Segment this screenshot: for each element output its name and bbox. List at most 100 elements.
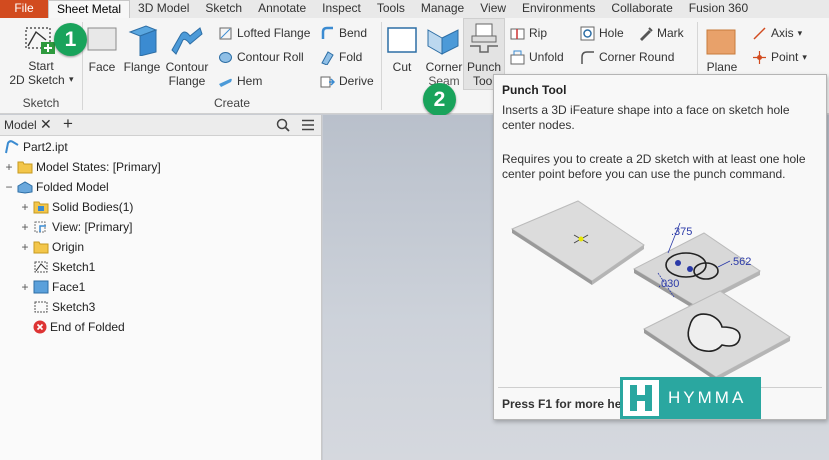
tree-node-end-of-folded[interactable]: End of Folded	[33, 317, 125, 337]
dimension-label-3: .030	[658, 278, 679, 290]
tree-node-model-states[interactable]: + Model States: [Primary]	[4, 157, 160, 177]
expand-icon[interactable]: +	[20, 200, 30, 214]
end-of-part-icon	[33, 320, 47, 334]
tree-node-view[interactable]: + View: [Primary]	[20, 217, 132, 237]
model-browser: Model ✕ + Part2.ipt + Model States: [Pri…	[0, 114, 322, 460]
rip-button[interactable]: Rip	[510, 24, 547, 42]
sketch-panel-title: Sketch	[22, 96, 60, 110]
corner-round-label: Corner Round	[599, 50, 675, 64]
derive-label: Derive	[339, 74, 374, 88]
corner-round-icon	[581, 50, 594, 64]
sketch-icon	[34, 301, 48, 313]
unfold-label: Unfold	[529, 50, 564, 64]
tab-inspect[interactable]: Inspect	[314, 0, 369, 18]
fold-button[interactable]: Fold	[320, 48, 362, 66]
tree-node-solid-bodies[interactable]: + Solid Bodies(1)	[20, 197, 133, 217]
collapse-icon[interactable]: −	[4, 180, 14, 194]
add-tab-icon[interactable]: +	[63, 114, 73, 134]
mark-icon	[640, 26, 653, 41]
hem-label: Hem	[237, 74, 263, 88]
tree-node-part[interactable]: Part2.ipt	[4, 137, 68, 157]
start-label-2: 2D Sketch	[9, 73, 65, 87]
bend-label: Bend	[339, 26, 368, 40]
lofted-flange-button[interactable]: Lofted Flange	[218, 24, 310, 42]
tab-fusion-360[interactable]: Fusion 360	[681, 0, 756, 18]
face-label: Face	[88, 60, 116, 74]
chevron-down-icon: ▾	[69, 74, 74, 84]
part-file-icon	[5, 140, 19, 154]
unfold-icon	[510, 50, 525, 64]
expand-icon[interactable]: +	[20, 220, 30, 234]
watermark-h-icon	[623, 380, 659, 416]
fold-label: Fold	[339, 50, 363, 64]
search-icon[interactable]	[276, 118, 290, 132]
unfold-button[interactable]: Unfold	[510, 48, 564, 66]
ribbon-tabs: File Sheet Metal 3D Model Sketch Annotat…	[0, 0, 829, 18]
tab-tools[interactable]: Tools	[369, 0, 413, 18]
contour-roll-button[interactable]: Contour Roll	[218, 48, 304, 66]
tree-label: End of Folded	[50, 320, 125, 334]
watermark-logo: HYMMA	[620, 377, 761, 419]
tab-collaborate[interactable]: Collaborate	[603, 0, 680, 18]
hem-button[interactable]: Hem	[218, 72, 262, 90]
create-panel-title: Create	[213, 96, 251, 110]
punch-label-1: Punch	[466, 60, 502, 74]
sketch-icon	[34, 261, 48, 273]
corner-seam-label-1: Corner	[425, 60, 463, 74]
point-label: Point	[771, 50, 799, 64]
tab-view[interactable]: View	[472, 0, 514, 18]
point-icon	[753, 50, 766, 64]
mark-button[interactable]: Mark	[638, 24, 684, 42]
contour-roll-icon	[219, 51, 232, 63]
flange-label: Flange	[123, 60, 161, 74]
watermark-text: HYMMA	[668, 388, 747, 407]
view-icon	[34, 221, 46, 233]
plane-icon	[706, 29, 736, 55]
bend-button[interactable]: Bend	[320, 24, 367, 42]
contour-label-1: Contour	[165, 60, 209, 74]
chevron-down-icon: ▾	[802, 51, 807, 62]
browser-tab-model[interactable]: Model	[4, 118, 37, 132]
face-icon	[87, 27, 117, 51]
axis-button[interactable]: Axis ▾	[752, 24, 802, 42]
tab-environments[interactable]: Environments	[514, 0, 603, 18]
contour-label-2: Flange	[168, 74, 206, 88]
hole-button[interactable]: Hole	[580, 24, 624, 42]
tooltip-help-hint: Press F1 for more hel	[502, 397, 625, 411]
derive-button[interactable]: Derive	[320, 72, 374, 90]
step-badge-2: 2	[423, 83, 456, 116]
flange-icon	[128, 25, 158, 56]
punch-tool-icon	[470, 23, 498, 53]
expand-icon[interactable]: +	[4, 160, 14, 174]
derive-icon	[320, 76, 335, 87]
corner-round-button[interactable]: Corner Round	[580, 48, 674, 66]
tab-sketch[interactable]: Sketch	[197, 0, 250, 18]
tree-label: Part2.ipt	[23, 140, 68, 154]
tree-node-folded-model[interactable]: − Folded Model	[4, 177, 109, 197]
menu-icon[interactable]	[301, 119, 315, 131]
tab-file[interactable]: File	[0, 0, 48, 18]
tree-node-face1[interactable]: + Face1	[20, 277, 85, 297]
tab-annotate[interactable]: Annotate	[250, 0, 314, 18]
expand-icon[interactable]: +	[20, 280, 30, 294]
corner-seam-icon	[427, 29, 459, 55]
tab-3d-model[interactable]: 3D Model	[130, 0, 197, 18]
expand-icon[interactable]: +	[20, 240, 30, 254]
tooltip-title: Punch Tool	[502, 83, 567, 97]
tree-node-origin[interactable]: + Origin	[20, 237, 84, 257]
solid-bodies-folder-icon	[33, 201, 49, 214]
point-button[interactable]: Point ▾	[752, 48, 807, 66]
tree-node-sketch3[interactable]: Sketch3	[33, 297, 95, 317]
lofted-flange-label: Lofted Flange	[237, 26, 311, 40]
hole-label: Hole	[599, 26, 624, 40]
hem-icon	[219, 78, 232, 87]
cut-icon	[387, 27, 417, 53]
punch-tool-tooltip: Punch Tool Inserts a 3D iFeature shape i…	[493, 74, 827, 420]
tree-node-sketch1[interactable]: Sketch1	[33, 257, 95, 277]
rip-icon	[510, 28, 525, 39]
tab-sheet-metal[interactable]: Sheet Metal	[48, 0, 131, 18]
tab-manage[interactable]: Manage	[413, 0, 472, 18]
close-icon[interactable]: ✕	[40, 116, 52, 133]
tooltip-requirement: Requires you to create a 2D sketch with …	[502, 152, 806, 181]
tree-label: Folded Model	[36, 180, 109, 194]
